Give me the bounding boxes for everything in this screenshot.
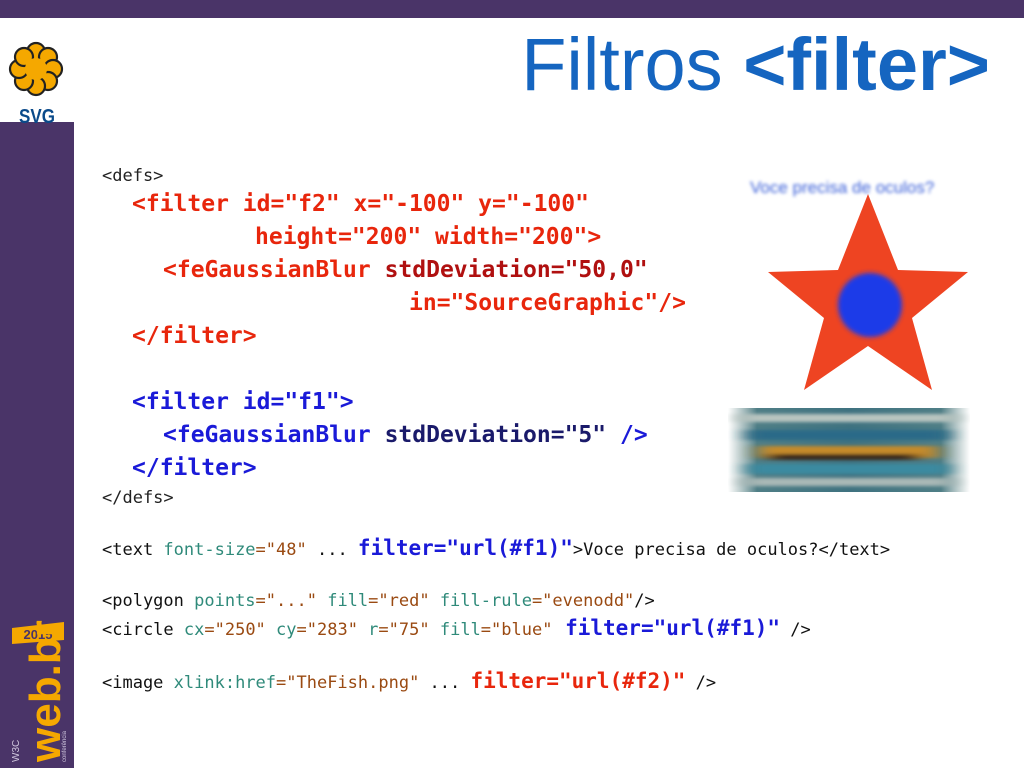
code-polygon-points-val: ="..." <box>255 591 317 611</box>
code-line-blur-f1: <feGaussianBlur stdDeviation="5" /> <box>163 424 648 447</box>
badge-w3c: W3C <box>11 740 22 762</box>
code-polygon-fillrule-val: ="evenodd" <box>531 591 635 611</box>
code-line-filter-f1: <filter id="f1"> <box>132 389 354 415</box>
code-text-val: ="48" <box>255 540 307 560</box>
code-image-filter: filter="url(#f2)" <box>470 669 686 693</box>
code-image-href-val: ="TheFish.png" <box>276 673 420 693</box>
code-circle-r-val: ="75" <box>378 620 430 640</box>
code-polygon-fillrule: fill-rule <box>429 591 532 611</box>
code-polygon-close: /> <box>634 591 655 611</box>
svg-logo: SVG <box>0 18 74 128</box>
code-text-dots: ... <box>306 540 358 560</box>
title-bold: <filter> <box>743 23 990 106</box>
top-bar <box>0 0 1024 18</box>
code-image-dots: ... <box>419 673 471 693</box>
code-line-image: <image xlink:href="TheFish.png" ... filt… <box>102 671 716 692</box>
svg-flower-icon <box>8 41 64 97</box>
code-line-blur-f2: <feGaussianBlur stdDeviation="50,0" <box>163 259 648 282</box>
code-circle-fill-val: ="blue" <box>480 620 553 640</box>
code-line-filter-f2-size: height="200" width="200"> <box>255 224 602 250</box>
badge-brand: web.br <box>21 620 68 763</box>
blurred-fish-image <box>728 408 970 492</box>
code-tag-fegaussianblur-f1: <feGaussianBlur <box>163 422 371 448</box>
code-attr-stddeviation: stdDeviation="50,0" <box>370 257 648 283</box>
code-circle-cy: cy <box>265 620 297 640</box>
code-circle-fill: fill <box>429 620 481 640</box>
code-image-close: /> <box>685 673 717 693</box>
code-circle-tag: <circle <box>102 620 174 640</box>
code-image-href: xlink:href <box>163 673 277 693</box>
code-circle-r: r <box>357 620 379 640</box>
blurred-blue-circle <box>838 273 902 337</box>
code-polygon-fill: fill <box>316 591 369 611</box>
code-circle-cx-val: ="250" <box>204 620 266 640</box>
code-text-content: >Voce precisa de oculos?</text> <box>572 540 891 560</box>
star-circle-demo <box>768 194 968 390</box>
code-circle-close: /> <box>780 620 811 640</box>
code-line-defs-open: <defs> <box>102 166 164 186</box>
code-polygon-fill-val: ="red" <box>368 591 430 611</box>
code-line-in: in="SourceGraphic"/> <box>409 290 686 316</box>
code-line-filter-close-f1: </filter> <box>132 455 257 481</box>
code-line-circle: <circle cx="250" cy="283" r="75" fill="b… <box>102 618 811 639</box>
code-circle-cx: cx <box>173 620 205 640</box>
webbr-badge: 2015 web.br W3C conferência <box>6 620 70 771</box>
code-circle-filter: filter="url(#f1)" <box>552 616 781 640</box>
title-normal: Filtros <box>521 23 744 106</box>
code-line-polygon: <polygon points="..." fill="red" fill-ru… <box>102 593 655 610</box>
code-line-text: <text font-size="48" ... filter="url(#f1… <box>102 538 890 559</box>
code-attr-stddeviation-f1: stdDeviation="5" <box>370 422 607 448</box>
code-line-filter-f2: <filter id="f2" x="-100" y="-100" <box>132 191 589 217</box>
code-polygon-points: points <box>183 591 256 611</box>
code-image-tag: <image <box>102 673 164 693</box>
code-circle-cy-val: ="283" <box>296 620 358 640</box>
svg-logo-text: SVG <box>19 106 55 128</box>
code-polygon-tag: <polygon <box>102 591 184 611</box>
page-title: Filtros <filter> <box>521 28 990 102</box>
code-tag-fegaussianblur: <feGaussianBlur <box>163 257 371 283</box>
code-text-tag: <text <box>102 540 154 560</box>
badge-sub: conferência <box>62 730 68 762</box>
code-line-defs-close: </defs> <box>102 488 174 508</box>
code-text-attr: font-size <box>153 540 256 560</box>
code-close-f1: /> <box>606 422 648 448</box>
code-line-filter-close: </filter> <box>132 323 257 349</box>
code-text-filter: filter="url(#f1)" <box>357 536 573 560</box>
